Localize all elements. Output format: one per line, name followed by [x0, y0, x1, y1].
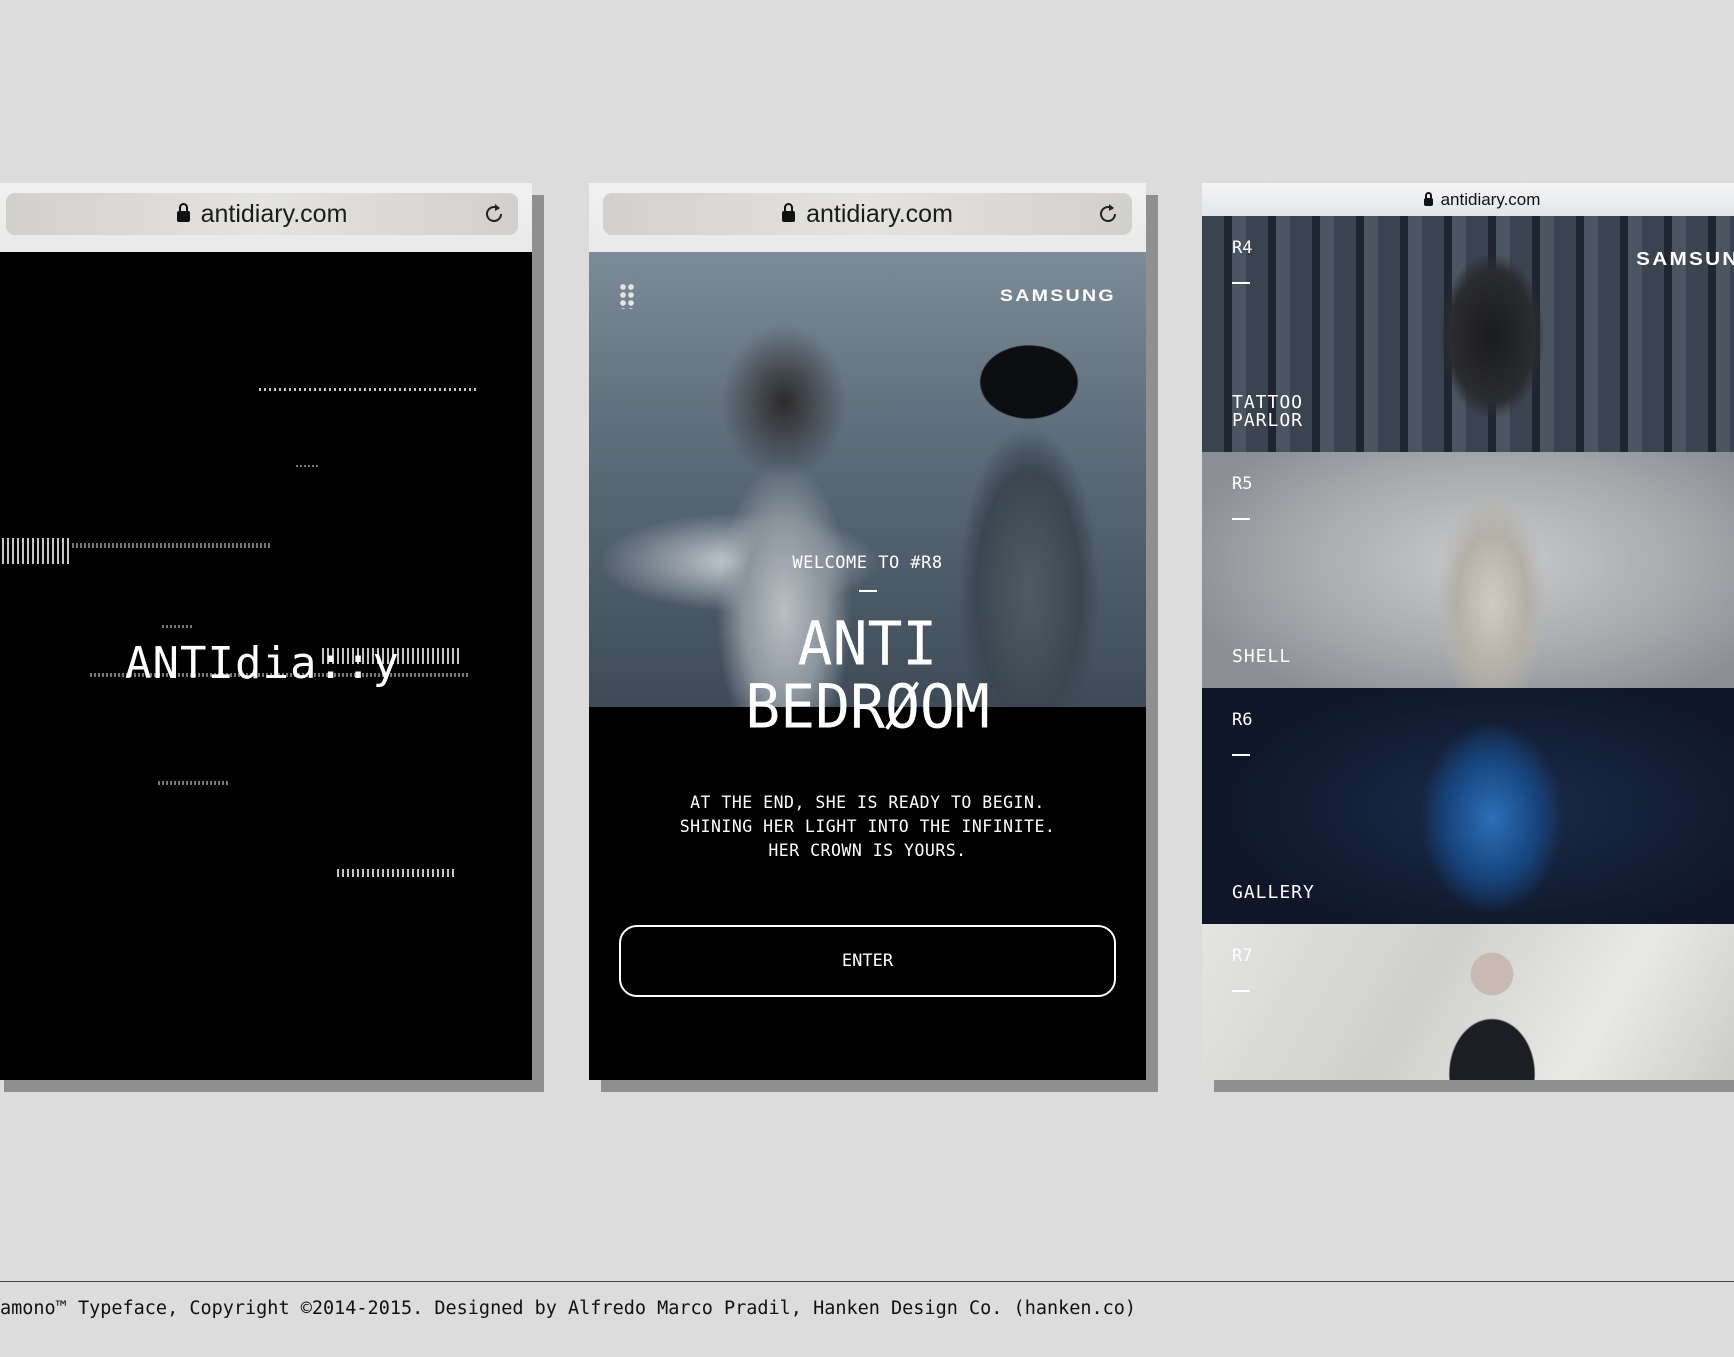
room-code: R5 [1232, 474, 1253, 494]
intro-line: AT THE END, SHE IS READY TO BEGIN. [690, 793, 1045, 812]
divider [859, 590, 877, 592]
antidiary-logo: ANTIdia::y [125, 638, 400, 689]
room-item[interactable]: R7 [1202, 924, 1734, 1080]
glitch-line [72, 543, 272, 548]
room-item[interactable]: R6 GALLERY [1202, 688, 1734, 924]
intro-line: SHINING HER LIGHT INTO THE INFINITE. [679, 817, 1056, 836]
glitch-line [0, 538, 72, 564]
welcome-text: WELCOME TO #R8 [792, 553, 943, 573]
address-bar[interactable]: antidiary.com [6, 193, 518, 235]
divider [1232, 518, 1250, 520]
browser-chrome: antidiary.com [0, 183, 532, 252]
samsung-logo: SAMSUNG [999, 286, 1116, 305]
enter-button[interactable]: ENTER [619, 925, 1116, 997]
room-code: R7 [1232, 946, 1253, 966]
divider [1232, 282, 1250, 284]
url-text: antidiary.com [200, 199, 348, 228]
phone-screen: antidiary.com SAMSUNG WELCOME TO #R8 ANT… [589, 183, 1146, 1080]
phone-screen: antidiary.com R4 SAMSUNG TATTOO PARLOR R… [1202, 183, 1734, 1080]
menu-icon[interactable] [619, 283, 635, 309]
url-text: antidiary.com [806, 199, 953, 228]
lock-icon [176, 202, 190, 222]
reload-icon[interactable] [1096, 202, 1120, 226]
title-line: BEDRØOM [745, 670, 990, 743]
divider [1232, 990, 1250, 992]
lock-icon [1423, 191, 1433, 206]
samsung-logo: SAMSUNG [1636, 249, 1734, 269]
title-line: ANTI [797, 607, 938, 680]
footer-credit: amono™ Typeface, Copyright ©2014-2015. D… [0, 1298, 1137, 1319]
glitch-line [162, 625, 192, 628]
url-text: antidiary.com [1440, 189, 1541, 209]
browser-chrome: antidiary.com [589, 183, 1146, 252]
phone-mockup-welcome: antidiary.com SAMSUNG WELCOME TO #R8 ANT… [589, 183, 1158, 1092]
phone-screen: antidiary.com ANTIdia::y [0, 183, 532, 1080]
glitch-line [337, 869, 455, 877]
lock-icon [782, 202, 796, 222]
phone-mockup-intro: antidiary.com ANTIdia::y [0, 183, 544, 1092]
browser-chrome[interactable]: antidiary.com [1202, 183, 1734, 216]
divider [1232, 754, 1250, 756]
room-item[interactable]: R4 SAMSUNG TATTOO PARLOR [1202, 216, 1734, 452]
glitch-line [296, 465, 318, 467]
page-title: ANTI BEDRØOM [589, 612, 1146, 738]
glitch-line [259, 388, 479, 391]
intro-line: HER CROWN IS YOURS. [768, 841, 967, 860]
room-name: TATTOO PARLOR [1232, 392, 1304, 431]
phone-mockup-rooms: antidiary.com R4 SAMSUNG TATTOO PARLOR R… [1202, 183, 1734, 1092]
intro-text: AT THE END, SHE IS READY TO BEGIN. SHINI… [589, 791, 1146, 863]
room-name: SHELL [1232, 646, 1292, 667]
room-code: R4 [1232, 238, 1253, 258]
room-item[interactable]: R5 SHELL [1202, 452, 1734, 688]
room-code: R6 [1232, 710, 1253, 730]
footer-divider [0, 1281, 1734, 1282]
glitch-line [158, 781, 228, 785]
reload-icon[interactable] [482, 202, 506, 226]
room-name: GALLERY [1232, 882, 1315, 903]
address-bar[interactable]: antidiary.com [603, 193, 1132, 235]
